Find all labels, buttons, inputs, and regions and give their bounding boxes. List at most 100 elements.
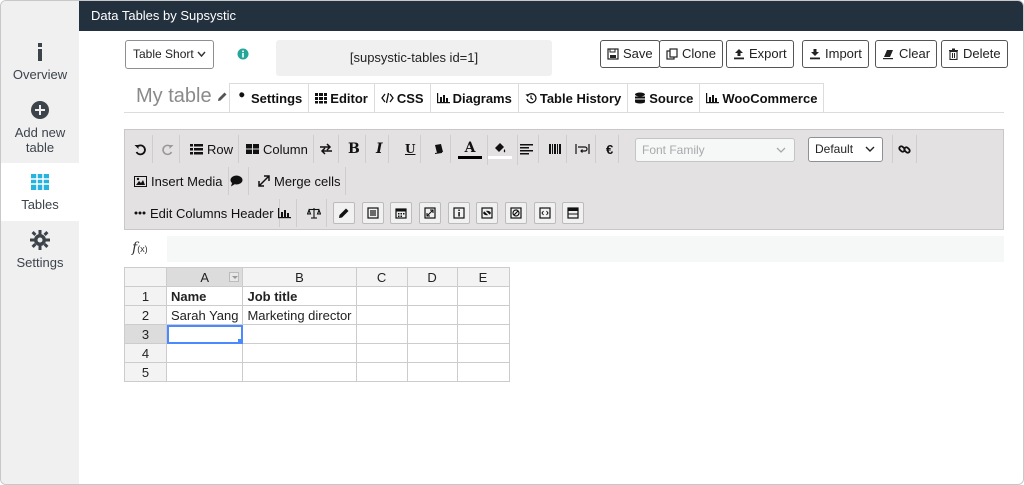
table-cell[interactable]	[355, 324, 408, 344]
row-button[interactable]: Row	[185, 135, 240, 163]
font-family-select[interactable]: Font Family	[635, 138, 795, 162]
currency-button[interactable]: €	[601, 135, 620, 163]
format-button[interactable]	[428, 135, 451, 163]
pencil-icon[interactable]	[217, 91, 228, 102]
table-cell[interactable]	[406, 343, 458, 363]
formula-input[interactable]	[167, 236, 1004, 262]
table-cell[interactable]	[242, 362, 357, 382]
tab-settings[interactable]: Settings	[230, 84, 310, 112]
clone-button[interactable]: Clone	[659, 40, 723, 68]
row-header[interactable]: 4	[124, 343, 167, 363]
font-size-select[interactable]: Default	[808, 137, 883, 162]
tab-diagrams[interactable]: Diagrams	[430, 84, 519, 112]
table-cell[interactable]	[242, 343, 357, 363]
resize-button[interactable]	[419, 202, 441, 224]
comment-button[interactable]	[225, 167, 249, 195]
table-cell[interactable]	[456, 324, 510, 344]
row-header[interactable]: 1	[124, 286, 167, 306]
clear-button[interactable]: Clear	[875, 40, 938, 68]
tab-css[interactable]: CSS	[374, 84, 431, 112]
table-cell[interactable]	[406, 286, 458, 306]
copy-icon	[666, 48, 678, 60]
plus-circle-icon	[1, 99, 79, 121]
row-header[interactable]: 5	[124, 362, 167, 382]
insert-media-button[interactable]: Insert Media	[129, 167, 229, 195]
table-cell[interactable]	[355, 305, 408, 325]
row-header[interactable]: 2	[124, 305, 167, 325]
tab-source[interactable]: Source	[628, 84, 701, 112]
corner-cell[interactable]	[124, 267, 167, 287]
table-cell[interactable]: Marketing director	[242, 305, 357, 325]
tab-editor[interactable]: Editor	[309, 84, 375, 112]
column-menu-button[interactable]	[229, 272, 240, 282]
column-header-b[interactable]: B	[242, 267, 357, 287]
table-cell[interactable]	[456, 343, 510, 363]
italic-button[interactable]: I	[371, 135, 389, 163]
table-cell[interactable]	[242, 324, 357, 344]
align-button[interactable]	[515, 135, 539, 163]
row-header[interactable]: 3	[124, 324, 167, 344]
tab-woocommerce[interactable]: WooCommerce	[700, 84, 824, 112]
hide-button[interactable]	[476, 202, 498, 224]
table-cell[interactable]	[406, 305, 458, 325]
table-cell[interactable]: Name	[165, 286, 244, 306]
table-view-button[interactable]	[562, 202, 584, 224]
table-title[interactable]: My table	[136, 85, 228, 108]
tab-table-history[interactable]: Table History	[518, 84, 629, 112]
html-button[interactable]	[534, 202, 556, 224]
column-header-d[interactable]: D	[406, 267, 458, 287]
table-cell[interactable]	[456, 286, 510, 306]
redo-button[interactable]	[156, 135, 180, 163]
link-button[interactable]	[892, 135, 917, 163]
table-cell[interactable]	[355, 343, 408, 363]
sidebar-item-add-new-table[interactable]: Add new table	[1, 99, 79, 155]
sidebar-item-tables[interactable]: Tables	[1, 163, 79, 221]
undo-button[interactable]	[129, 135, 153, 163]
clear-label: Clear	[899, 46, 931, 61]
eye-slash-icon	[481, 207, 493, 219]
shortcode-type-select[interactable]: Table Short	[125, 40, 214, 69]
tooltip-button[interactable]	[448, 202, 470, 224]
table-cell[interactable]	[355, 286, 408, 306]
transpose-button[interactable]	[314, 135, 339, 163]
word-wrap-button[interactable]	[570, 135, 596, 163]
bold-button[interactable]: B	[343, 135, 366, 163]
conditions-button[interactable]	[302, 199, 327, 227]
delete-button[interactable]: Delete	[941, 40, 1008, 68]
table-cell[interactable]	[456, 362, 510, 382]
table-cell[interactable]	[165, 362, 244, 382]
table-cell[interactable]	[355, 362, 408, 382]
sidebar-item-overview[interactable]: Overview	[1, 41, 79, 82]
underline-button[interactable]: U	[400, 135, 422, 163]
edit-columns-header-button[interactable]: Edit Columns Header	[129, 199, 280, 227]
fill-handle[interactable]	[238, 339, 242, 343]
info-icon[interactable]	[237, 48, 249, 60]
list-format-button[interactable]	[362, 202, 384, 224]
shortcode-display[interactable]: [supsystic-tables id=1]	[276, 40, 552, 76]
column-header-e[interactable]: E	[456, 267, 510, 287]
sidebar-item-settings[interactable]: Settings	[1, 229, 79, 270]
table-cell[interactable]: Sarah Yang	[165, 305, 244, 325]
vertical-align-button[interactable]	[544, 135, 567, 163]
save-button[interactable]: Save	[600, 40, 660, 68]
tab-label: Diagrams	[452, 90, 512, 106]
table-cell[interactable]	[406, 362, 458, 382]
column-header-a[interactable]: A	[165, 267, 244, 287]
history-icon	[525, 93, 537, 104]
chart-button[interactable]	[273, 199, 297, 227]
table-cell[interactable]	[456, 305, 510, 325]
chevron-down-icon	[776, 147, 786, 153]
edit-cell-button[interactable]	[333, 202, 355, 224]
merge-cells-button[interactable]: Merge cells	[253, 167, 347, 195]
column-button[interactable]: Column	[241, 135, 314, 163]
table-cell[interactable]	[406, 324, 458, 344]
export-button[interactable]: Export	[726, 40, 794, 68]
selected-cell[interactable]	[165, 324, 244, 344]
invalid-button[interactable]	[505, 202, 527, 224]
import-button[interactable]: Import	[802, 40, 869, 68]
table-cell[interactable]: Job title	[242, 286, 357, 306]
fill-color-button[interactable]	[483, 135, 518, 165]
column-header-c[interactable]: C	[355, 267, 408, 287]
table-cell[interactable]	[165, 343, 244, 363]
date-format-button[interactable]	[390, 202, 412, 224]
